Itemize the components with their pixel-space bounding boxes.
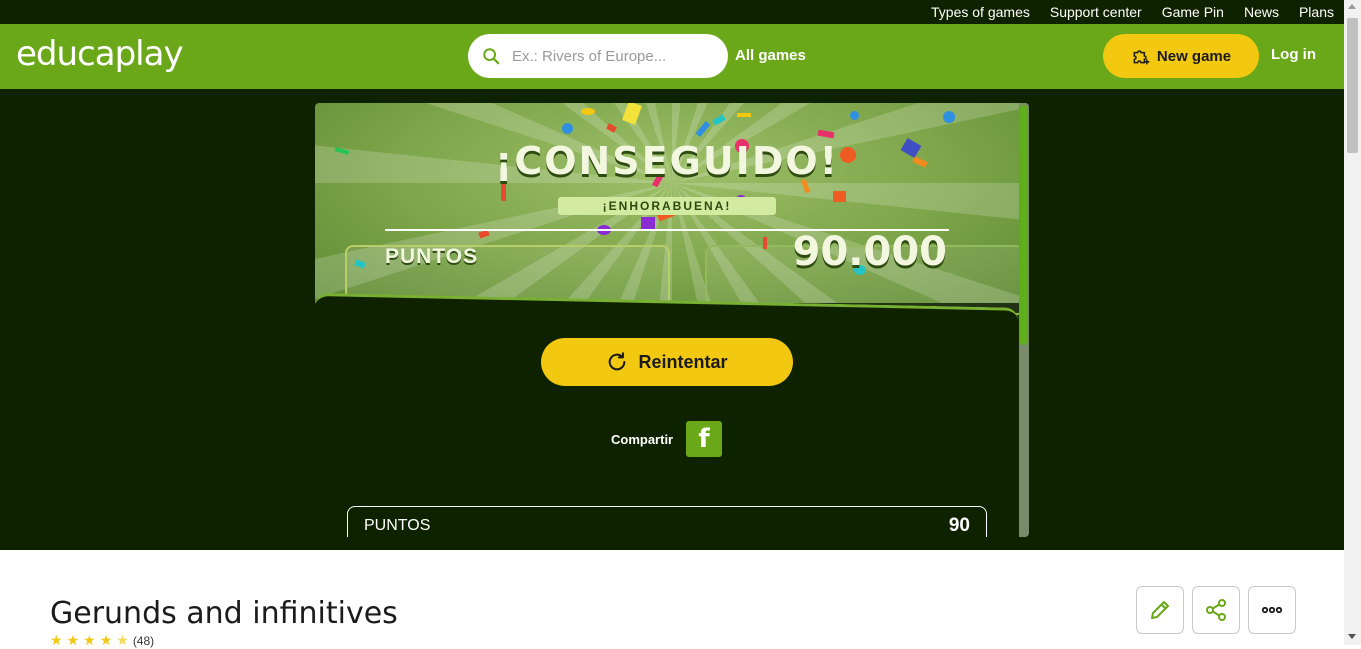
more-icon bbox=[1261, 606, 1283, 614]
confetti bbox=[850, 111, 859, 120]
nav-support-center[interactable]: Support center bbox=[1050, 4, 1142, 20]
score-summary-row: PUNTOS 90 bbox=[347, 506, 987, 537]
share-label: Compartir bbox=[611, 432, 674, 447]
score-row-label: PUNTOS bbox=[364, 517, 431, 534]
logo[interactable]: educaplay bbox=[16, 34, 184, 74]
retry-label: Reintentar bbox=[638, 351, 728, 372]
nav-game-pin[interactable]: Game Pin bbox=[1162, 4, 1224, 20]
game-scrollbar-thumb[interactable] bbox=[1020, 105, 1027, 345]
edit-button[interactable] bbox=[1136, 586, 1184, 634]
top-nav: Types of games Support center Game Pin N… bbox=[931, 0, 1334, 24]
facebook-share-button[interactable]: f bbox=[686, 421, 722, 457]
results-body-panel bbox=[315, 293, 1019, 537]
nav-plans[interactable]: Plans bbox=[1299, 4, 1334, 20]
star-icon: ★ bbox=[50, 632, 63, 648]
puzzle-plus-icon bbox=[1133, 50, 1150, 65]
more-options-button[interactable] bbox=[1248, 586, 1296, 634]
top-bar: Types of games Support center Game Pin N… bbox=[0, 0, 1344, 24]
activity-rating: ★ ★ ★ ★ ★ (48) bbox=[50, 632, 154, 649]
score-row-value: 90 bbox=[948, 515, 970, 536]
confetti bbox=[833, 191, 846, 202]
confetti bbox=[943, 111, 955, 123]
star-icon: ★ bbox=[83, 632, 96, 648]
game-stage: ¡CONSEGUIDO! ¡ENHORABUENA! PUNTOS 90.000… bbox=[0, 89, 1344, 550]
scroll-down-arrow-icon[interactable] bbox=[1348, 634, 1356, 639]
all-games-link[interactable]: All games bbox=[735, 47, 806, 64]
half-star-icon: ★ bbox=[116, 632, 129, 648]
star-icon: ★ bbox=[99, 632, 113, 648]
rating-count: (48) bbox=[132, 633, 155, 648]
main-header: educaplay All games New game Log in bbox=[0, 24, 1344, 89]
scroll-up-arrow-icon[interactable] bbox=[1348, 4, 1356, 9]
results-header-panel: ¡CONSEGUIDO! ¡ENHORABUENA! PUNTOS 90.000 bbox=[315, 103, 1029, 315]
confetti bbox=[763, 237, 767, 249]
new-game-button[interactable]: New game bbox=[1103, 34, 1259, 78]
activity-title: Gerunds and infinitives bbox=[50, 596, 398, 631]
star-icon: ★ bbox=[66, 632, 80, 648]
pencil-icon bbox=[1151, 601, 1169, 619]
retry-button[interactable]: Reintentar bbox=[541, 338, 793, 386]
congrats-banner: ¡ENHORABUENA! bbox=[558, 197, 776, 215]
search-box[interactable] bbox=[468, 34, 728, 78]
search-icon bbox=[483, 48, 500, 65]
confetti bbox=[501, 183, 506, 201]
nav-types-of-games[interactable]: Types of games bbox=[931, 4, 1030, 20]
success-headline: ¡CONSEGUIDO! bbox=[494, 139, 839, 183]
activity-actions bbox=[1136, 586, 1296, 634]
points-value: 90.000 bbox=[792, 229, 947, 275]
nav-news[interactable]: News bbox=[1244, 4, 1279, 20]
confetti bbox=[562, 123, 573, 134]
share-icon bbox=[1206, 599, 1226, 621]
facebook-icon: f bbox=[698, 424, 710, 454]
new-game-label: New game bbox=[1156, 47, 1232, 65]
page-scrollbar-thumb[interactable] bbox=[1347, 18, 1358, 153]
confetti bbox=[581, 108, 595, 115]
share-button[interactable] bbox=[1192, 586, 1240, 634]
points-label: PUNTOS bbox=[385, 245, 479, 268]
retry-icon bbox=[609, 352, 626, 371]
game-frame: ¡CONSEGUIDO! ¡ENHORABUENA! PUNTOS 90.000… bbox=[315, 103, 1029, 537]
confetti bbox=[737, 113, 751, 117]
login-link[interactable]: Log in bbox=[1271, 46, 1316, 63]
search-input[interactable] bbox=[512, 47, 712, 65]
page-scrollbar[interactable] bbox=[1344, 0, 1361, 645]
